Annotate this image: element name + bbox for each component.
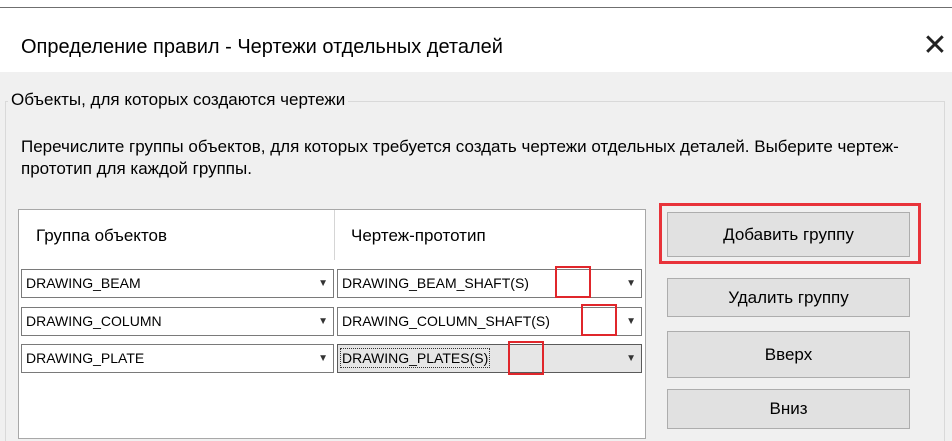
combo-value: DRAWING_PLATES(S)	[339, 348, 491, 368]
suffix-highlight-row-2	[581, 304, 617, 336]
suffix-highlight-row-3	[508, 341, 544, 375]
object-group-combo-row-1[interactable]: DRAWING_BEAM ▼	[21, 269, 334, 298]
dropdown-arrow-icon[interactable]: ▼	[626, 270, 636, 297]
window-top-edge	[0, 0, 952, 8]
dropdown-arrow-icon[interactable]: ▼	[626, 345, 636, 372]
dropdown-arrow-icon[interactable]: ▼	[626, 308, 636, 335]
groups-grid: Группа объектов Чертеж-прототип DRAWING_…	[18, 209, 646, 439]
add-group-button[interactable]: Добавить группу	[667, 212, 910, 257]
combo-value: DRAWING_BEAM	[26, 275, 141, 291]
groupbox-legend: Объекты, для которых создаются чертежи	[8, 90, 349, 110]
combo-value: DRAWING_COLUMN_SHAFT(S)	[342, 313, 550, 329]
title-bar: Определение правил - Чертежи отдельных д…	[0, 8, 952, 72]
dropdown-arrow-icon[interactable]: ▼	[318, 308, 328, 335]
move-up-button[interactable]: Вверх	[667, 331, 910, 378]
combo-value: DRAWING_COLUMN	[26, 313, 162, 329]
close-icon[interactable]: ✕	[920, 26, 950, 66]
prototype-combo-row-1[interactable]: DRAWING_BEAM_SHAFT(S) ▼	[337, 269, 642, 298]
dropdown-arrow-icon[interactable]: ▼	[318, 345, 328, 372]
instructions-text: Перечислите группы объектов, для которых…	[21, 137, 899, 178]
object-group-combo-row-3[interactable]: DRAWING_PLATE ▼	[21, 344, 334, 373]
dropdown-arrow-icon[interactable]: ▼	[318, 270, 328, 297]
delete-group-button[interactable]: Удалить группу	[667, 278, 910, 317]
column-header-prototype[interactable]: Чертеж-прототип	[335, 210, 645, 260]
column-header-object-group[interactable]: Группа объектов	[19, 210, 335, 260]
move-down-button[interactable]: Вниз	[667, 389, 910, 429]
window-title: Определение правил - Чертежи отдельных д…	[21, 36, 503, 58]
prototype-combo-row-3[interactable]: DRAWING_PLATES(S) ▼	[337, 344, 642, 373]
object-group-combo-row-2[interactable]: DRAWING_COLUMN ▼	[21, 307, 334, 336]
suffix-highlight-row-1	[555, 266, 591, 298]
combo-value: DRAWING_BEAM_SHAFT(S)	[342, 275, 529, 291]
combo-value: DRAWING_PLATE	[26, 350, 145, 366]
